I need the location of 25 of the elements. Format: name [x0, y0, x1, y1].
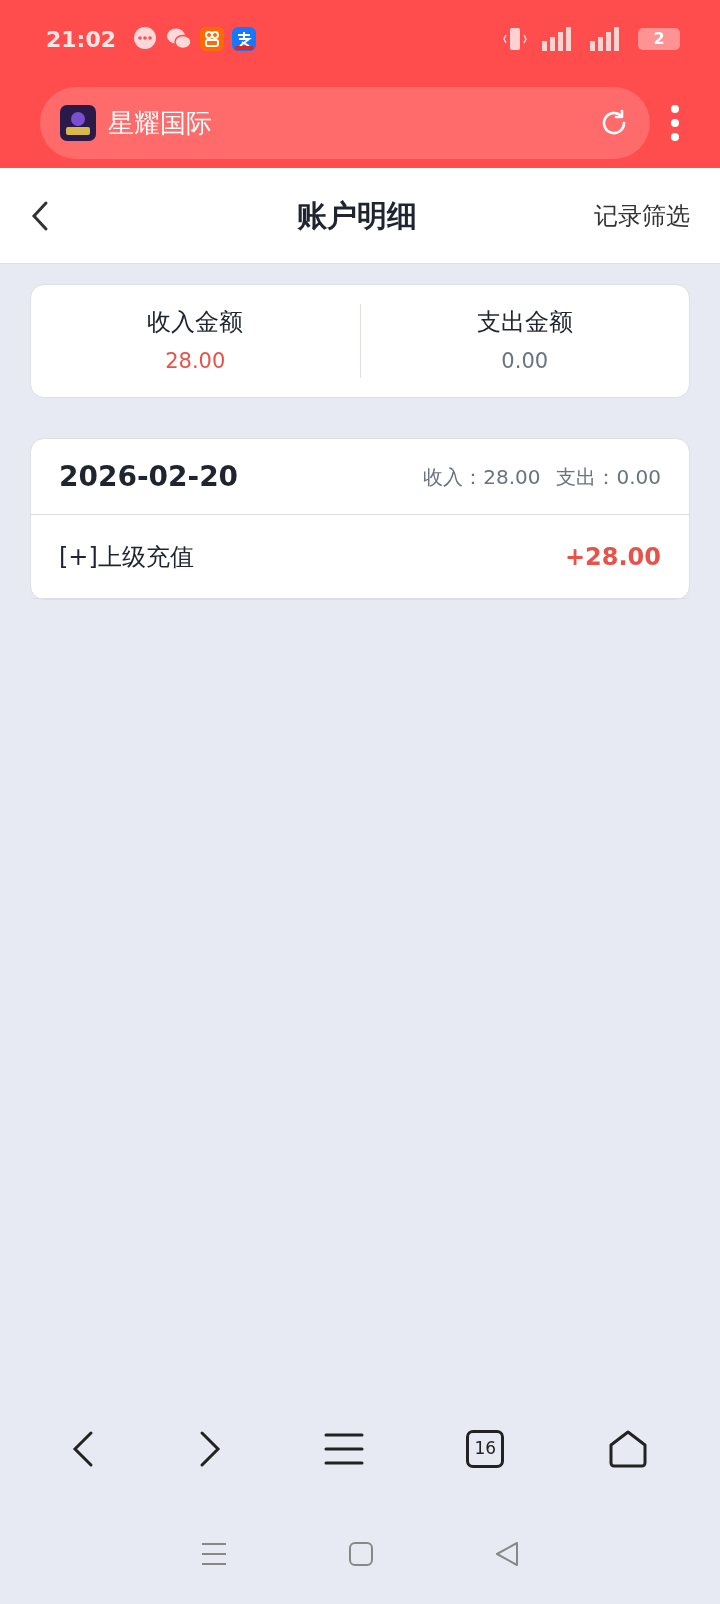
more-menu-icon[interactable] — [670, 105, 680, 141]
app-icon — [232, 27, 257, 51]
day-date: 2026-02-20 — [59, 458, 239, 495]
recent-apps-icon[interactable] — [201, 1542, 227, 1566]
summary-label: 收入金额 — [147, 307, 244, 339]
page-title: 账户明细 — [297, 197, 417, 235]
tab-count-button[interactable]: 16 — [466, 1430, 505, 1468]
site-title: 星耀国际 — [108, 106, 212, 140]
entry-label: [+]上级充值 — [59, 541, 194, 573]
chat-bubble-icon — [132, 26, 159, 52]
app-icon — [200, 27, 225, 51]
day-expense: 支出：0.00 — [556, 463, 661, 491]
chat-bubbles-icon — [166, 27, 193, 51]
vibrate-icon — [502, 26, 528, 52]
entry-amount: +28.00 — [564, 541, 661, 573]
summary-label: 支出金额 — [476, 307, 573, 339]
filter-link[interactable]: 记录筛选 — [594, 197, 690, 234]
battery-indicator: 2 — [638, 28, 680, 50]
back-icon[interactable] — [30, 199, 50, 232]
site-logo-icon — [60, 105, 96, 141]
status-time: 21:02 — [46, 25, 117, 54]
day-income: 收入：28.00 — [423, 463, 541, 491]
menu-icon[interactable] — [323, 1432, 364, 1466]
summary-amount: 28.00 — [165, 348, 226, 376]
summary-amount: 0.00 — [501, 348, 549, 376]
